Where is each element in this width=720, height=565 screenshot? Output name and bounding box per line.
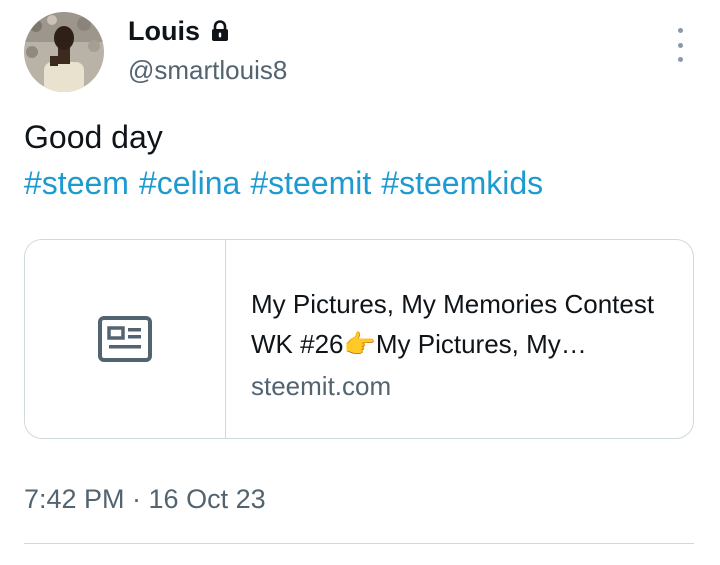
hashtag-link[interactable]: #steem — [24, 165, 129, 201]
tweet-body: Good day — [24, 119, 163, 155]
link-card-thumbnail — [25, 240, 226, 438]
link-card-domain: steemit.com — [251, 371, 392, 401]
article-icon — [98, 316, 152, 362]
link-card-title: My Pictures, My Memories Contest WK #26👉… — [251, 289, 655, 359]
tweet-text: Good day #steem #celina #steemit #steemkids — [24, 114, 704, 206]
tweet-timestamp[interactable]: 7:42 PM · 16 Oct 23 — [24, 482, 266, 516]
hashtag-link[interactable]: #steemkids — [381, 165, 543, 201]
link-card-body: My Pictures, My Memories Contest WK #26👉… — [226, 240, 671, 438]
avatar[interactable] — [24, 12, 104, 92]
lock-icon — [210, 20, 230, 42]
author-name-row[interactable]: Louis — [128, 14, 230, 48]
divider — [24, 543, 694, 544]
hashtag-link[interactable]: #steemit — [250, 165, 371, 201]
author-handle[interactable]: @smartlouis8 — [128, 54, 287, 86]
hashtag-link[interactable]: #celina — [139, 165, 240, 201]
hashtag-list: #steem #celina #steemit #steemkids — [24, 160, 704, 206]
author-name[interactable]: Louis — [128, 14, 200, 48]
more-options-icon[interactable] — [668, 28, 692, 62]
link-preview-card[interactable]: My Pictures, My Memories Contest WK #26👉… — [24, 239, 694, 439]
